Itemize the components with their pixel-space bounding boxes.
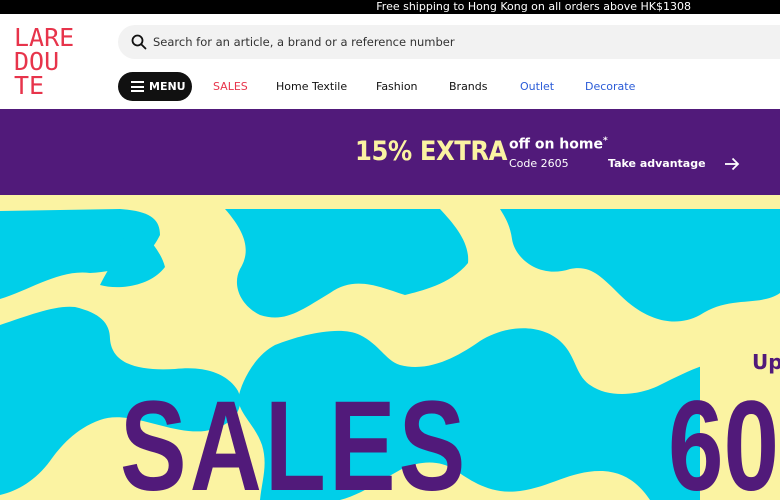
- site-logo[interactable]: LARE DOU TE: [14, 25, 92, 100]
- shipping-banner: Free shipping to Hong Kong on all orders…: [0, 0, 780, 14]
- search-bar: [118, 25, 780, 59]
- arrow-right-icon[interactable]: [724, 157, 740, 171]
- menu-button[interactable]: MENU: [118, 72, 192, 101]
- nav-item-decorate[interactable]: Decorate: [585, 80, 635, 93]
- sales-hero[interactable]: Up SALES 60: [0, 195, 780, 500]
- hero-title: SALES: [120, 375, 469, 500]
- promo-code: Code 2605: [509, 157, 569, 170]
- nav-item-home-textile[interactable]: Home Textile: [276, 80, 347, 93]
- logo-line-3: TE: [14, 71, 45, 100]
- nav-item-fashion[interactable]: Fashion: [376, 80, 418, 93]
- promo-subheadline: off on home*: [509, 136, 608, 153]
- hero-upto-label: Up: [752, 350, 780, 374]
- menu-button-label: MENU: [149, 80, 186, 93]
- hamburger-icon: [131, 81, 144, 92]
- nav-item-sales[interactable]: SALES: [213, 80, 248, 93]
- promo-cta-link[interactable]: Take advantage: [608, 157, 706, 170]
- promo-banner[interactable]: 15% EXTRA off on home* Code 2605 Take ad…: [0, 109, 780, 195]
- site-header: LARE DOU TE MENU SALES Home Textile Fash…: [0, 14, 780, 109]
- promo-headline: 15% EXTRA: [355, 136, 508, 167]
- promo-asterisk: *: [602, 136, 608, 146]
- hero-discount-amount: 60: [668, 375, 780, 500]
- shipping-banner-text: Free shipping to Hong Kong on all orders…: [376, 0, 691, 13]
- search-icon[interactable]: [131, 34, 147, 50]
- search-input[interactable]: [153, 25, 753, 59]
- nav-item-outlet[interactable]: Outlet: [520, 80, 554, 93]
- nav-item-brands[interactable]: Brands: [449, 80, 488, 93]
